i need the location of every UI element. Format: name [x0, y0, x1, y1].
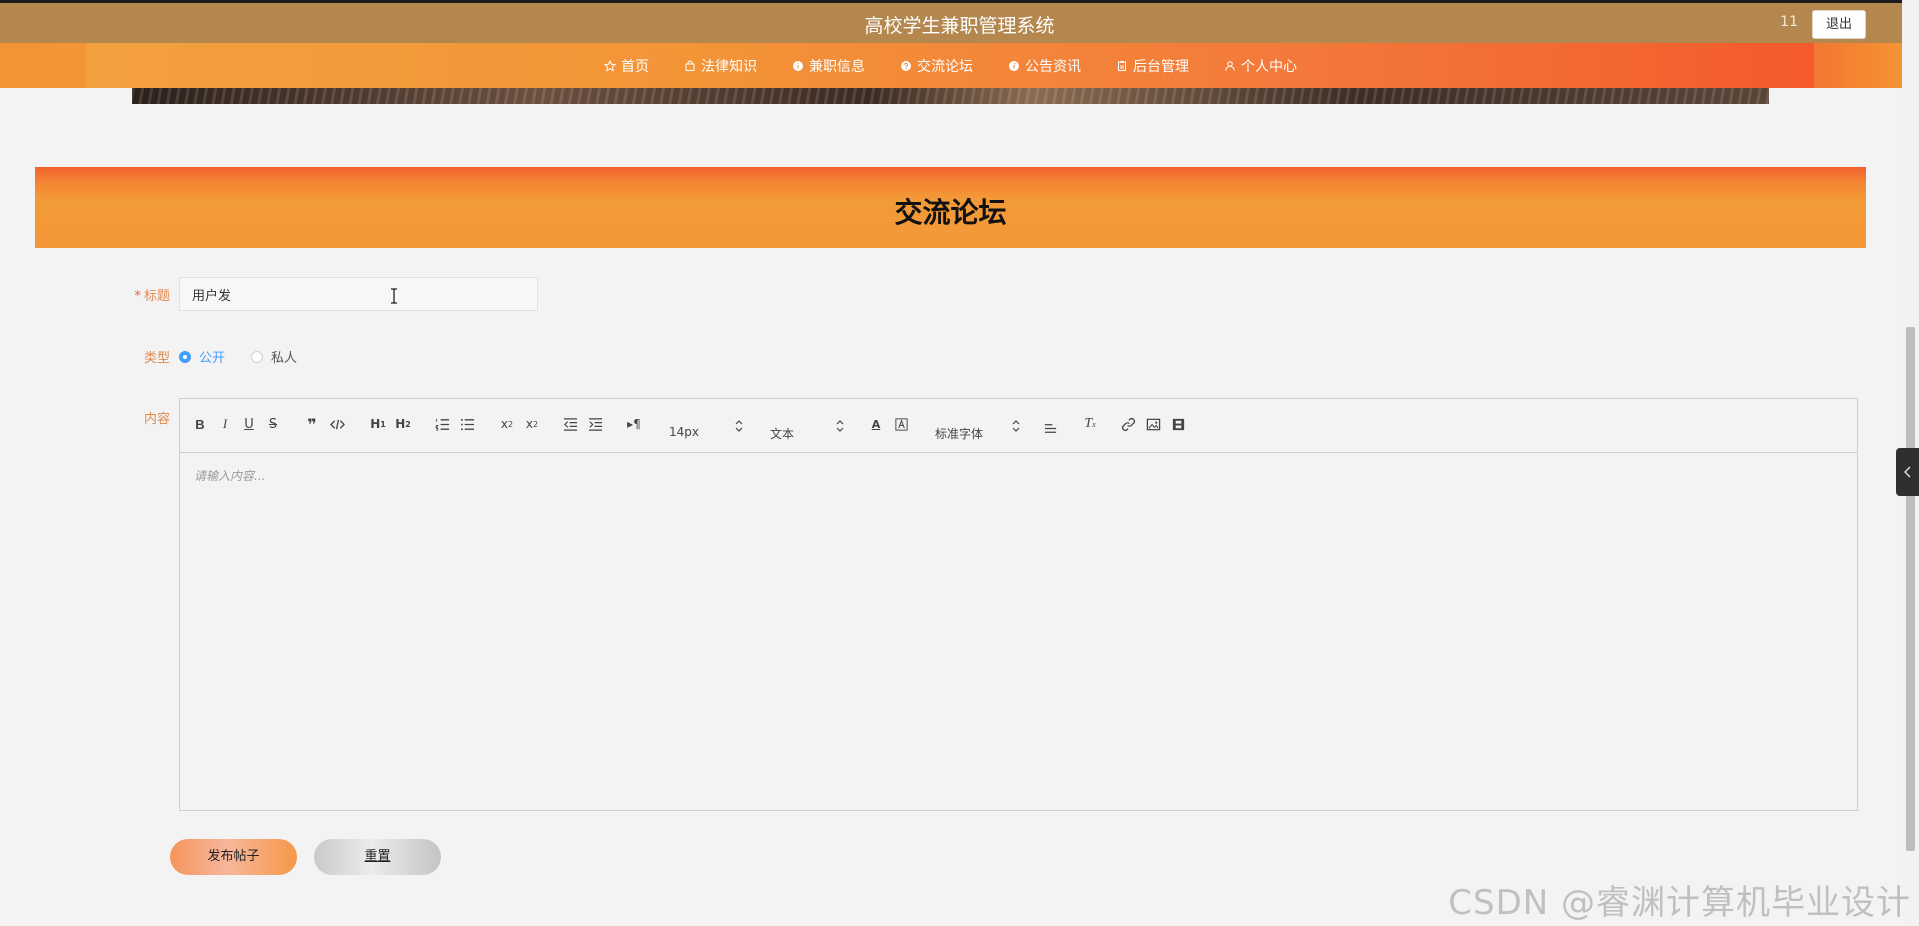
subscript-icon[interactable]: x2 — [498, 415, 516, 433]
video-icon[interactable] — [1170, 415, 1186, 433]
blockquote-icon[interactable]: ❞ — [304, 415, 320, 434]
submit-post-button[interactable]: 发布帖子 — [170, 839, 297, 875]
text-cursor-icon — [391, 288, 397, 304]
nav-item-news[interactable]: 公告资讯 — [1007, 56, 1081, 76]
required-mark: * — [134, 289, 141, 304]
banner-image — [132, 88, 1769, 104]
italic-icon[interactable]: I — [217, 415, 233, 433]
background-color-icon[interactable] — [893, 415, 909, 433]
title-label-text: 标题 — [143, 289, 170, 304]
editor-content-area[interactable]: 请输入内容... — [180, 453, 1857, 810]
user-icon — [1223, 59, 1237, 73]
title-input[interactable] — [179, 277, 538, 311]
user-name: 11 — [1780, 14, 1798, 30]
text-direction-icon[interactable]: ▸¶ — [625, 415, 643, 433]
radio-private[interactable]: 私人 — [251, 347, 297, 366]
site-title: 高校学生兼职管理系统 — [864, 15, 1055, 37]
nav-item-forum[interactable]: 交流论坛 — [899, 56, 973, 76]
type-radio-group: 公开 私人 — [179, 347, 323, 366]
radio-public-label: 公开 — [199, 351, 226, 366]
nav-item-jobs[interactable]: 兼职信息 — [791, 56, 865, 76]
nav-item-label: 兼职信息 — [809, 58, 865, 75]
link-icon[interactable] — [1120, 415, 1136, 433]
page-title: 交流论坛 — [894, 196, 1007, 229]
info-italic-icon — [1007, 59, 1021, 73]
font-color-icon[interactable]: A — [868, 415, 884, 433]
strikethrough-icon[interactable]: S — [265, 415, 281, 433]
nav-bar: 首页 法律知识 兼职信息 交流论坛 公告资讯 后台管理 个人中心 — [0, 43, 1902, 88]
outdent-icon[interactable] — [562, 415, 578, 433]
chevron-left-icon — [1903, 466, 1911, 478]
bag-icon — [683, 59, 697, 73]
clipboard-icon — [1115, 59, 1129, 73]
type-label: 类型 — [143, 351, 170, 366]
heading2-icon[interactable]: H2 — [394, 415, 412, 433]
star-icon — [603, 59, 617, 73]
nav-items: 首页 法律知识 兼职信息 交流论坛 公告资讯 后台管理 个人中心 — [86, 43, 1814, 88]
radio-checked-icon — [179, 350, 191, 363]
nav-item-label: 法律知识 — [701, 58, 757, 75]
nav-item-label: 公告资讯 — [1025, 58, 1081, 75]
section-header: 交流论坛 — [35, 167, 1866, 248]
nav-item-label: 首页 — [621, 58, 649, 75]
watermark: CSDN @睿渊计算机毕业设计 — [1448, 883, 1911, 923]
font-family-select[interactable]: 标准字体 — [935, 425, 983, 442]
nav-item-label: 交流论坛 — [917, 58, 973, 75]
logout-button[interactable]: 退出 — [1812, 10, 1866, 39]
top-bar: 高校学生兼职管理系统 11 退出 — [0, 0, 1919, 43]
info-icon — [791, 59, 805, 73]
editor-toolbar: B I U S ❞ H1 H2 x2 x2 ▸¶ 14px 文本 A 标准字体 … — [180, 399, 1857, 453]
reset-button[interactable]: 重置 — [314, 839, 441, 875]
paragraph-arrows-icon — [836, 420, 844, 432]
nav-item-admin[interactable]: 后台管理 — [1115, 56, 1189, 76]
question-icon — [899, 59, 913, 73]
font-family-arrows-icon — [1012, 420, 1020, 432]
align-icon[interactable] — [1042, 419, 1058, 437]
bold-icon[interactable]: B — [192, 415, 208, 433]
radio-unchecked-icon — [251, 350, 264, 363]
scrollbar-thumb[interactable] — [1906, 327, 1915, 851]
radio-public[interactable]: 公开 — [179, 347, 225, 366]
title-label: * 标题 — [100, 285, 170, 304]
nav-item-profile[interactable]: 个人中心 — [1223, 56, 1297, 76]
code-block-icon[interactable] — [329, 415, 345, 433]
clear-format-icon[interactable]: Tx — [1082, 415, 1098, 433]
underline-icon[interactable]: U — [241, 415, 257, 433]
rich-text-editor: B I U S ❞ H1 H2 x2 x2 ▸¶ 14px 文本 A 标准字体 … — [179, 398, 1858, 811]
font-size-select[interactable]: 14px — [669, 425, 699, 439]
bullet-list-icon[interactable] — [459, 415, 475, 433]
image-icon[interactable] — [1145, 415, 1161, 433]
ordered-list-icon[interactable] — [434, 415, 450, 433]
nav-item-home[interactable]: 首页 — [603, 56, 649, 76]
superscript-icon[interactable]: x2 — [523, 415, 541, 433]
editor-placeholder: 请输入内容... — [194, 469, 266, 483]
paragraph-select[interactable]: 文本 — [770, 425, 794, 442]
nav-item-legal[interactable]: 法律知识 — [683, 56, 757, 76]
nav-item-label: 个人中心 — [1241, 58, 1297, 75]
font-size-arrows-icon — [735, 420, 743, 432]
side-panel-toggle[interactable] — [1896, 448, 1919, 496]
heading1-icon[interactable]: H1 — [369, 415, 387, 433]
indent-icon[interactable] — [587, 415, 603, 433]
nav-item-label: 后台管理 — [1133, 58, 1189, 75]
radio-private-label: 私人 — [271, 351, 298, 366]
nav-inner: 首页 法律知识 兼职信息 交流论坛 公告资讯 后台管理 个人中心 — [86, 43, 1814, 88]
content-label: 内容 — [143, 412, 170, 427]
